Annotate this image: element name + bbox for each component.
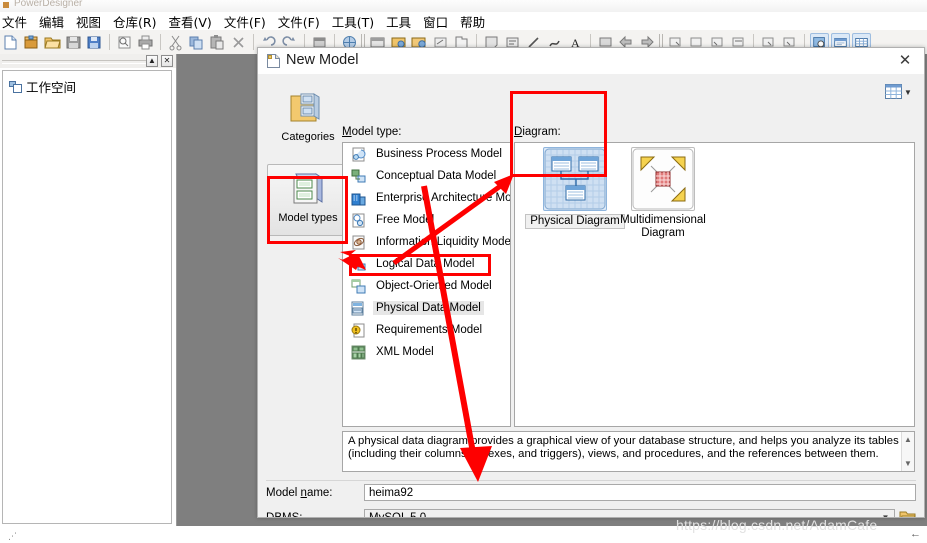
model-form[interactable]: Model name: heima92 DBMS: MySQL 5.0 ▼ Sh… bbox=[266, 484, 916, 518]
multidimensional-diagram-icon bbox=[631, 147, 695, 211]
model-name-label: Model name: bbox=[266, 487, 333, 499]
xml-model-icon bbox=[350, 344, 367, 361]
form-divider bbox=[266, 480, 916, 481]
browser-tabstrip: ▲ ✕ bbox=[0, 54, 176, 68]
new-document-icon[interactable] bbox=[1, 33, 20, 52]
list-item-label: Business Process Model bbox=[376, 148, 502, 160]
delete-icon[interactable] bbox=[229, 33, 248, 52]
view-mode-toggle[interactable]: ▼ bbox=[885, 83, 915, 102]
menu-item-6[interactable]: 文件(F) bbox=[272, 11, 326, 32]
chevron-down-icon[interactable]: ▼ bbox=[878, 511, 893, 518]
print-icon[interactable] bbox=[136, 33, 155, 52]
statusbar-grip-icon: ⋰ bbox=[8, 531, 17, 541]
menu-item-5[interactable]: 文件(F) bbox=[218, 11, 272, 32]
menu-item-8[interactable]: 工具 bbox=[380, 11, 417, 32]
rail-item-categories-label: Categories bbox=[281, 131, 335, 143]
watermark: https://blog.csdn.net/AdamCafe bbox=[676, 517, 878, 533]
folder-categories-icon bbox=[290, 93, 320, 122]
dbms-browse-button[interactable] bbox=[899, 509, 916, 517]
business-process-model-icon bbox=[350, 146, 367, 163]
physical-data-model-icon bbox=[350, 300, 367, 317]
tile-multidimensional-diagram-label: Multidimensional Diagram bbox=[620, 214, 706, 239]
menu-item-10[interactable]: 帮助 bbox=[454, 11, 491, 32]
statusbar-arrow-icon: ← bbox=[910, 528, 921, 540]
dbms-value: MySQL 5.0 bbox=[369, 512, 427, 518]
app-title: PowerDesigner bbox=[14, 0, 83, 9]
save-all-icon[interactable] bbox=[85, 33, 104, 52]
tree-node-workspace[interactable]: 工作空间 bbox=[9, 77, 76, 96]
dbms-label: DBMS: bbox=[266, 512, 303, 518]
open-folder-icon[interactable] bbox=[43, 33, 62, 52]
browser-restore-button[interactable]: ▲ bbox=[146, 55, 158, 67]
workspace-icon bbox=[9, 80, 22, 93]
model-name-value: heima92 bbox=[369, 487, 414, 499]
print-preview-icon[interactable] bbox=[115, 33, 134, 52]
workspace-tree[interactable]: 工作空间 bbox=[2, 70, 172, 524]
new-package-icon[interactable] bbox=[22, 33, 41, 52]
diagram-listbox[interactable]: Physical Diagram Multidimensional Diagra… bbox=[514, 142, 915, 427]
browser-close-button[interactable]: ✕ bbox=[161, 55, 173, 67]
cut-icon[interactable] bbox=[166, 33, 185, 52]
model-type-label: Model type: bbox=[342, 126, 402, 138]
menu-item-2[interactable]: 视图 bbox=[70, 11, 107, 32]
menu-item-1[interactable]: 编辑 bbox=[33, 11, 70, 32]
arrow-to-dbms-field bbox=[421, 185, 492, 482]
application-window: PowerDesigner 文件 编辑 视图 仓库(R) 查看(V) 文件(F)… bbox=[0, 0, 927, 543]
scroll-up-icon[interactable]: ▲ bbox=[904, 433, 912, 446]
dialog-title: New Model bbox=[286, 52, 359, 68]
description-scrollbar[interactable]: ▲ ▼ bbox=[901, 432, 914, 471]
save-icon[interactable] bbox=[64, 33, 83, 52]
scroll-down-icon[interactable]: ▼ bbox=[904, 457, 912, 470]
requirements-model-icon bbox=[350, 322, 367, 339]
paste-icon[interactable] bbox=[208, 33, 227, 52]
workspace-label: 工作空间 bbox=[26, 80, 77, 95]
rail-item-categories[interactable]: Categories bbox=[267, 84, 349, 156]
annotation-box-model-types bbox=[267, 176, 348, 244]
annotation-box-physical-diagram bbox=[510, 91, 607, 177]
menu-bar[interactable]: 文件 编辑 视图 仓库(R) 查看(V) 文件(F) 文件(F) 工具(T) 工… bbox=[0, 12, 927, 30]
grid-view-icon[interactable] bbox=[885, 83, 902, 102]
menu-item-9[interactable]: 窗口 bbox=[417, 11, 454, 32]
chevron-down-icon[interactable]: ▼ bbox=[904, 88, 912, 97]
new-model-icon bbox=[267, 54, 280, 68]
close-icon[interactable]: ✕ bbox=[892, 51, 918, 71]
copy-icon[interactable] bbox=[187, 33, 206, 52]
dialog-titlebar: New Model ✕ bbox=[258, 48, 924, 74]
workspace-browser-panel: ▲ ✕ 工作空间 bbox=[0, 54, 177, 526]
new-model-dialog[interactable]: New Model ✕ Categories Model types Model… bbox=[257, 47, 925, 518]
menu-item-0[interactable]: 文件 bbox=[0, 11, 33, 32]
tile-multidimensional-diagram[interactable]: Multidimensional Diagram bbox=[609, 147, 717, 240]
list-item-business-process-model[interactable]: Business Process Model bbox=[343, 143, 510, 165]
menu-item-4[interactable]: 查看(V) bbox=[163, 11, 218, 32]
menu-item-3[interactable]: 仓库(R) bbox=[107, 11, 162, 32]
app-icon bbox=[3, 2, 9, 8]
menu-item-7[interactable]: 工具(T) bbox=[326, 11, 380, 32]
